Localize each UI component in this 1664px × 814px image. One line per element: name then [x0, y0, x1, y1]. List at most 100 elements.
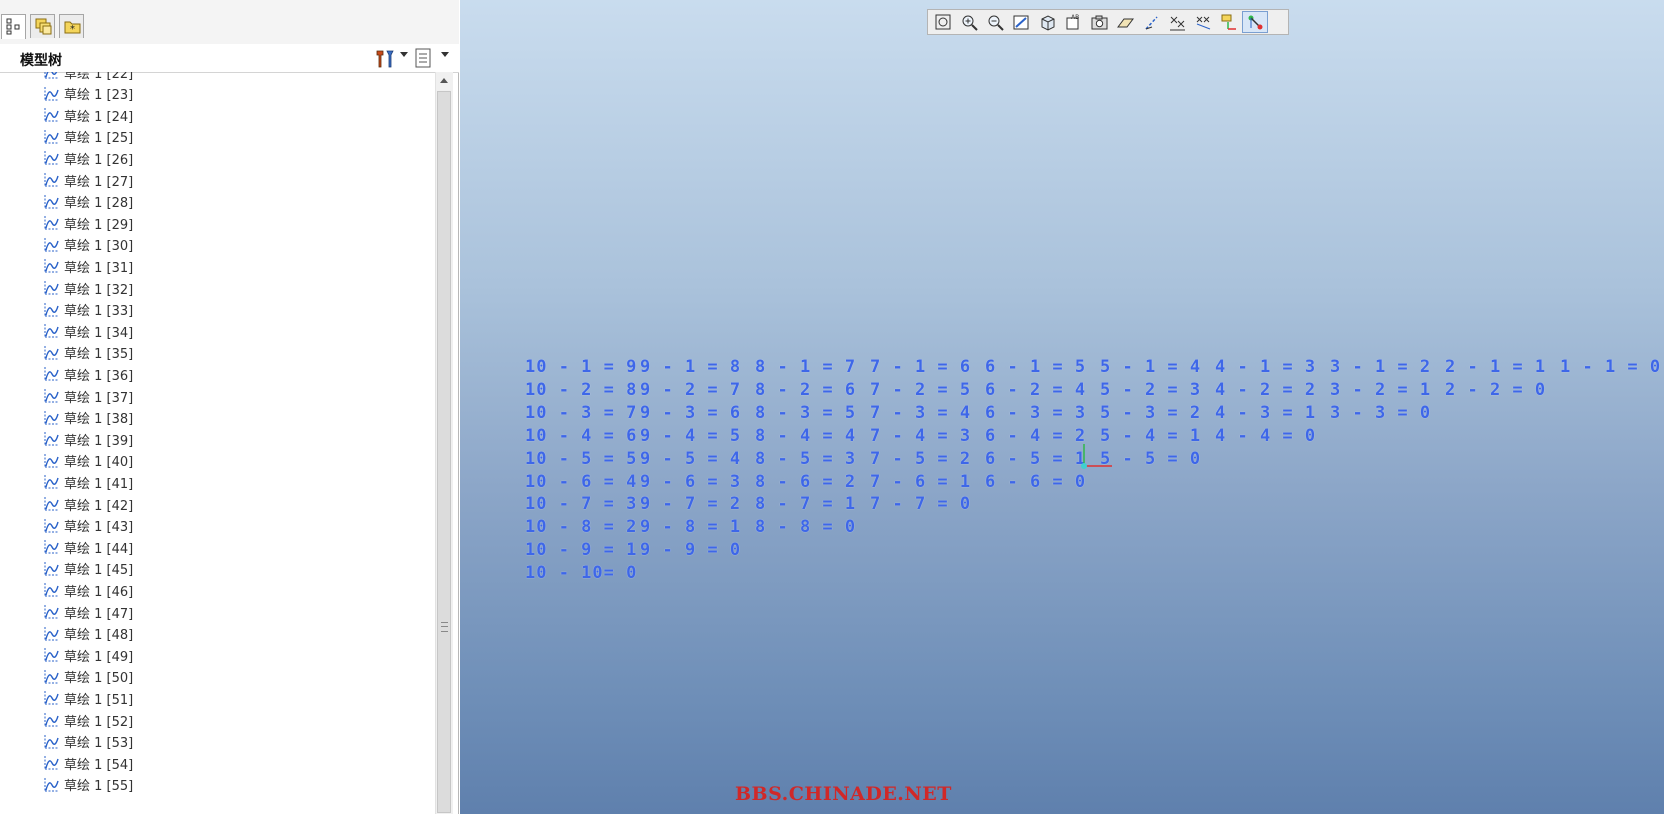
sketch-equation[interactable]: 10 - 3 = 7 — [525, 403, 637, 423]
sketch-icon — [44, 410, 59, 425]
tree-item-sketch[interactable]: 草绘 1 [32] — [44, 277, 133, 299]
tree-item-sketch[interactable]: 草绘 1 [29] — [44, 212, 133, 234]
sketch-equation[interactable]: 5 - 2 = 3 — [1100, 380, 1201, 400]
tree-item-sketch[interactable]: 草绘 1 [27] — [44, 169, 133, 191]
tree-item-sketch[interactable]: 草绘 1 [42] — [44, 493, 133, 515]
sketch-equation[interactable]: 9 - 5 = 4 — [640, 449, 741, 469]
sketch-equation[interactable]: 5 - 3 = 2 — [1100, 403, 1201, 423]
sketch-equation[interactable]: 9 - 1 = 8 — [640, 357, 741, 377]
tree-item-sketch[interactable]: 草绘 1 [41] — [44, 471, 133, 493]
sketch-equation[interactable]: 2 - 1 = 1 — [1445, 357, 1546, 377]
tree-item-sketch[interactable]: 草绘 1 [28] — [44, 191, 133, 213]
sketch-equation[interactable]: 4 - 1 = 3 — [1215, 357, 1316, 377]
sketch-equation[interactable]: 9 - 6 = 3 — [640, 472, 741, 492]
tree-item-sketch[interactable]: 草绘 1 [51] — [44, 687, 133, 709]
tree-item-sketch[interactable]: 草绘 1 [25] — [44, 126, 133, 148]
layers-tab[interactable] — [30, 14, 55, 38]
sketch-equation[interactable]: 10 - 10= 0 — [525, 563, 637, 583]
tree-item-sketch[interactable]: 草绘 1 [40] — [44, 450, 133, 472]
sketch-equation[interactable]: 7 - 7 = 0 — [870, 494, 971, 514]
sketch-equation[interactable]: 8 - 3 = 5 — [755, 403, 856, 423]
model-tree-tab[interactable] — [1, 14, 26, 39]
sketch-equation[interactable]: 8 - 1 = 7 — [755, 357, 856, 377]
tree-item-sketch[interactable]: 草绘 1 [46] — [44, 579, 133, 601]
sketch-equation[interactable]: 7 - 3 = 4 — [870, 403, 971, 423]
sketch-equation[interactable]: 4 - 2 = 2 — [1215, 380, 1316, 400]
sketch-equation[interactable]: 6 - 6 = 0 — [985, 472, 1086, 492]
tree-scrollbar[interactable] — [435, 72, 453, 814]
graphics-viewport[interactable]: AB 10 - 1 = 9 10 - 2 = 8 10 - 3 = 7 10 - 4 … — [460, 0, 1664, 814]
sketch-equation[interactable]: 10 - 6 = 4 — [525, 472, 637, 492]
tree-item-sketch[interactable]: 草绘 1 [53] — [44, 731, 133, 753]
tree-item-sketch[interactable]: 草绘 1 [33] — [44, 299, 133, 321]
sketch-equation[interactable]: 10 - 7 = 3 — [525, 494, 637, 514]
sketch-equation[interactable]: 9 - 2 = 7 — [640, 380, 741, 400]
scroll-thumb[interactable] — [437, 91, 451, 813]
sketch-equation[interactable]: 6 - 2 = 4 — [985, 380, 1086, 400]
tree-item-sketch[interactable]: 草绘 1 [31] — [44, 255, 133, 277]
tree-item-sketch[interactable]: 草绘 1 [36] — [44, 363, 133, 385]
sketch-equation[interactable]: 7 - 6 = 1 — [870, 472, 971, 492]
tree-item-sketch[interactable]: 草绘 1 [52] — [44, 709, 133, 731]
sketch-equation[interactable]: 10 - 2 = 8 — [525, 380, 637, 400]
tree-item-sketch[interactable]: 草绘 1 [22] — [44, 72, 133, 83]
tree-item-sketch[interactable]: 草绘 1 [50] — [44, 666, 133, 688]
tools-icon — [376, 50, 394, 68]
sketch-icon — [44, 648, 59, 662]
tree-item-sketch[interactable]: 草绘 1 [54] — [44, 752, 133, 774]
sketch-equation[interactable]: 7 - 2 = 5 — [870, 380, 971, 400]
favorites-tab[interactable]: * — [59, 14, 84, 38]
sketch-equation[interactable]: 8 - 8 = 0 — [755, 517, 856, 537]
sketch-equation[interactable]: 9 - 9 = 0 — [640, 540, 741, 560]
sketch-equation[interactable]: 2 - 2 = 0 — [1445, 380, 1546, 400]
sketch-equation[interactable]: 6 - 4 = 2 — [985, 426, 1086, 446]
tree-settings-dropdown-icon[interactable] — [400, 52, 408, 57]
tree-item-sketch[interactable]: 草绘 1 [45] — [44, 558, 133, 580]
sketch-equation[interactable]: 3 - 3 = 0 — [1330, 403, 1431, 423]
tree-item-sketch[interactable]: 草绘 1 [49] — [44, 644, 133, 666]
sketch-equation[interactable]: 9 - 3 = 6 — [640, 403, 741, 423]
tree-item-sketch[interactable]: 草绘 1 [26] — [44, 147, 133, 169]
sketch-equation[interactable]: 5 - 1 = 4 — [1100, 357, 1201, 377]
sketch-equation[interactable]: 10 - 5 = 5 — [525, 449, 637, 469]
tree-show-dropdown-icon[interactable] — [441, 52, 449, 57]
tree-item-sketch[interactable]: 草绘 1 [30] — [44, 234, 133, 256]
sketch-equation[interactable]: 10 - 1 = 9 — [525, 357, 637, 377]
sketch-equation[interactable]: 4 - 3 = 1 — [1215, 403, 1316, 423]
sketch-equation[interactable]: 9 - 8 = 1 — [640, 517, 741, 537]
sketch-equation[interactable]: 4 - 4 = 0 — [1215, 426, 1316, 446]
tree-item-sketch[interactable]: 草绘 1 [35] — [44, 342, 133, 364]
sketch-equation[interactable]: 6 - 3 = 3 — [985, 403, 1086, 423]
sketch-equation[interactable]: 6 - 1 = 5 — [985, 357, 1086, 377]
tree-item-sketch[interactable]: 草绘 1 [47] — [44, 601, 133, 623]
sketch-equation[interactable]: 9 - 7 = 2 — [640, 494, 741, 514]
tree-item-sketch[interactable]: 草绘 1 [37] — [44, 385, 133, 407]
sketch-equation[interactable]: 7 - 4 = 3 — [870, 426, 971, 446]
tree-item-sketch[interactable]: 草绘 1 [39] — [44, 428, 133, 450]
sketch-equation[interactable]: 3 - 1 = 2 — [1330, 357, 1431, 377]
tree-item-sketch[interactable]: 草绘 1 [44] — [44, 536, 133, 558]
tree-item-sketch[interactable]: 草绘 1 [38] — [44, 407, 133, 429]
sketch-equation[interactable]: 8 - 4 = 4 — [755, 426, 856, 446]
tree-item-sketch[interactable]: 草绘 1 [23] — [44, 83, 133, 105]
tree-item-sketch[interactable]: 草绘 1 [43] — [44, 515, 133, 537]
list-icon — [415, 48, 431, 68]
scroll-up-arrow-icon[interactable] — [436, 72, 453, 89]
sketch-equation[interactable]: 7 - 5 = 2 — [870, 449, 971, 469]
sketch-equation[interactable]: 7 - 1 = 6 — [870, 357, 971, 377]
tree-item-sketch[interactable]: 草绘 1 [48] — [44, 623, 133, 645]
sketch-equation[interactable]: 6 - 5 = 1 — [985, 449, 1086, 469]
tree-item-sketch[interactable]: 草绘 1 [34] — [44, 320, 133, 342]
sketch-equation[interactable]: 8 - 2 = 6 — [755, 380, 856, 400]
sketch-equation[interactable]: 10 - 9 = 1 — [525, 540, 637, 560]
tree-item-sketch[interactable]: 草绘 1 [24] — [44, 104, 133, 126]
sketch-equation[interactable]: 10 - 8 = 2 — [525, 517, 637, 537]
sketch-equation[interactable]: 8 - 6 = 2 — [755, 472, 856, 492]
sketch-equation[interactable]: 10 - 4 = 6 — [525, 426, 637, 446]
sketch-equation[interactable]: 1 - 1 = 0 — [1560, 357, 1661, 377]
sketch-equation[interactable]: 9 - 4 = 5 — [640, 426, 741, 446]
sketch-equation[interactable]: 8 - 5 = 3 — [755, 449, 856, 469]
sketch-equation[interactable]: 3 - 2 = 1 — [1330, 380, 1431, 400]
sketch-equation[interactable]: 8 - 7 = 1 — [755, 494, 856, 514]
tree-item-sketch[interactable]: 草绘 1 [55] — [44, 774, 133, 796]
